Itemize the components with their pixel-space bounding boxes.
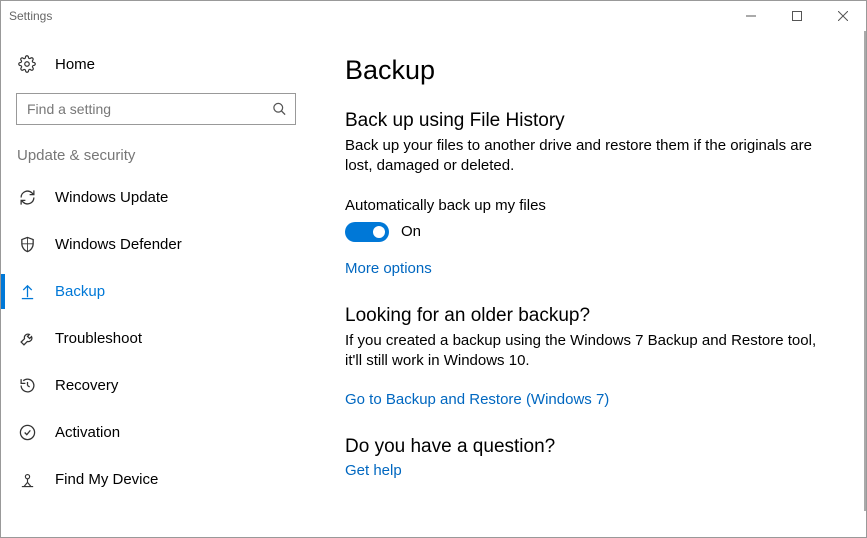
- history-icon: [17, 377, 37, 394]
- titlebar: Settings: [1, 1, 866, 31]
- file-history-desc: Back up your files to another drive and …: [345, 136, 825, 177]
- maximize-button[interactable]: [774, 1, 820, 31]
- sidebar-item-label: Windows Update: [55, 189, 168, 206]
- toggle-status: On: [401, 223, 421, 240]
- find-device-icon: [17, 471, 37, 488]
- search-input[interactable]: [17, 94, 295, 124]
- close-button[interactable]: [820, 1, 866, 31]
- sidebar-item-windows-update[interactable]: Windows Update: [1, 174, 311, 221]
- home-button[interactable]: Home: [1, 51, 311, 73]
- minimize-button[interactable]: [728, 1, 774, 31]
- sidebar-item-troubleshoot[interactable]: Troubleshoot: [1, 315, 311, 362]
- sidebar: Home Update & security Windows Update Wi…: [1, 31, 311, 537]
- home-label: Home: [55, 56, 95, 73]
- shield-icon: [17, 236, 37, 253]
- toggle-label: Automatically back up my files: [345, 197, 836, 214]
- older-backup-desc: If you created a backup using the Window…: [345, 331, 825, 372]
- sidebar-item-backup[interactable]: Backup: [1, 268, 311, 315]
- search-icon: [272, 102, 287, 117]
- file-history-heading: Back up using File History: [345, 110, 836, 132]
- sidebar-item-windows-defender[interactable]: Windows Defender: [1, 221, 311, 268]
- sync-icon: [17, 189, 37, 206]
- sidebar-item-find-my-device[interactable]: Find My Device: [1, 456, 311, 503]
- sidebar-item-activation[interactable]: Activation: [1, 409, 311, 456]
- minimize-icon: [746, 11, 756, 21]
- sidebar-section-header: Update & security: [1, 147, 311, 174]
- toggle-knob: [373, 226, 385, 238]
- auto-backup-toggle[interactable]: [345, 222, 389, 242]
- scrollbar[interactable]: [864, 31, 866, 511]
- page-title: Backup: [345, 55, 836, 86]
- sidebar-item-label: Find My Device: [55, 471, 158, 488]
- main-content: Backup Back up using File History Back u…: [311, 31, 866, 537]
- sidebar-item-label: Recovery: [55, 377, 118, 394]
- backup-restore-link[interactable]: Go to Backup and Restore (Windows 7): [345, 391, 836, 408]
- backup-icon: [17, 283, 37, 300]
- check-circle-icon: [17, 424, 37, 441]
- sidebar-item-label: Windows Defender: [55, 236, 182, 253]
- get-help-link[interactable]: Get help: [345, 462, 836, 479]
- sidebar-item-recovery[interactable]: Recovery: [1, 362, 311, 409]
- sidebar-item-label: Backup: [55, 283, 105, 300]
- more-options-link[interactable]: More options: [345, 260, 836, 277]
- maximize-icon: [792, 11, 802, 21]
- question-heading: Do you have a question?: [345, 436, 836, 458]
- sidebar-item-label: Troubleshoot: [55, 330, 142, 347]
- wrench-icon: [17, 330, 37, 347]
- search-box[interactable]: [16, 93, 296, 125]
- window-title: Settings: [9, 9, 52, 23]
- gear-icon: [17, 55, 37, 73]
- older-backup-heading: Looking for an older backup?: [345, 305, 836, 327]
- sidebar-item-label: Activation: [55, 424, 120, 441]
- close-icon: [838, 11, 848, 21]
